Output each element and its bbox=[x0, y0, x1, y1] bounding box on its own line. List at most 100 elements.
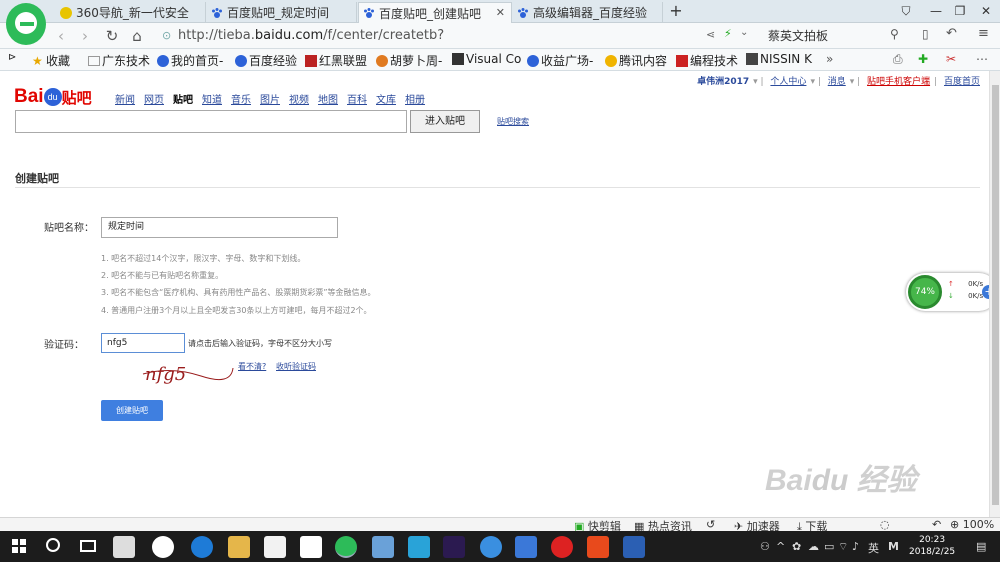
tieba-logo[interactable]: Bai du 贴吧 bbox=[14, 86, 92, 108]
nav-wenku[interactable]: 文库 bbox=[376, 91, 396, 106]
nav-zhidao[interactable]: 知道 bbox=[202, 91, 222, 106]
word-icon[interactable] bbox=[623, 536, 645, 558]
sidebar-toggle-icon[interactable]: ⊳ bbox=[8, 52, 16, 63]
nav-web[interactable]: 网页 bbox=[144, 91, 164, 106]
shirt-skin-icon[interactable]: ⛉ bbox=[898, 3, 914, 19]
nav-music[interactable]: 音乐 bbox=[231, 91, 251, 106]
chevron-down-icon[interactable]: ⌄ bbox=[740, 27, 748, 38]
bookmark-item[interactable]: 胡萝卜周- bbox=[376, 52, 442, 69]
bookmark-item[interactable]: 百度经验 bbox=[235, 52, 297, 69]
fan-app-icon[interactable] bbox=[113, 536, 135, 558]
mail-icon[interactable] bbox=[300, 536, 322, 558]
tab-tieba-time[interactable]: 百度贴吧_规定时间 bbox=[207, 2, 357, 23]
url-field[interactable]: ⊙ http://tieba.baidu.com/f/center/create… bbox=[158, 26, 758, 63]
laptop-app-icon[interactable] bbox=[372, 536, 394, 558]
bar-name-input[interactable]: 规定时间 bbox=[101, 217, 338, 238]
user-name-link[interactable]: 卓伟洲2017 bbox=[697, 77, 749, 87]
search-icon[interactable]: ⚲ bbox=[890, 27, 899, 41]
menu-icon[interactable]: ≡ bbox=[978, 26, 989, 41]
tray-app-icon[interactable]: ✿ bbox=[792, 540, 801, 553]
lightning-icon[interactable]: ⚡ bbox=[724, 27, 732, 40]
tieba-search-input[interactable] bbox=[15, 110, 407, 133]
close-window-icon[interactable]: ✕ bbox=[978, 3, 994, 19]
bookmark-item[interactable]: ★ 收藏 bbox=[32, 52, 70, 69]
back-icon[interactable]: ‹ bbox=[52, 27, 70, 45]
minimize-icon[interactable]: — bbox=[928, 3, 944, 19]
battery-icon[interactable]: ▭ bbox=[824, 540, 834, 553]
nav-video[interactable]: 视频 bbox=[289, 91, 309, 106]
status-item[interactable]: ↶ bbox=[932, 518, 941, 531]
ime-mode-icon[interactable]: M bbox=[888, 540, 899, 553]
tab-360-nav[interactable]: 360导航_新一代安全 bbox=[56, 2, 206, 23]
create-tieba-button[interactable]: 创建贴吧 bbox=[101, 400, 163, 421]
refresh-captcha-link[interactable]: 看不清? bbox=[238, 361, 266, 372]
share-icon[interactable]: ⋖ bbox=[706, 28, 715, 41]
bookmark-item[interactable]: 腾讯内容 bbox=[605, 52, 667, 69]
windows-start-icon[interactable] bbox=[12, 539, 26, 553]
printer-icon[interactable]: ⎙ bbox=[893, 52, 903, 67]
task-view-icon[interactable] bbox=[80, 540, 96, 552]
enter-tieba-button[interactable]: 进入贴吧 bbox=[410, 110, 480, 133]
nav-album[interactable]: 相册 bbox=[405, 91, 425, 106]
tray-app-icon[interactable]: ☁ bbox=[808, 540, 819, 553]
bookmark-item[interactable]: NISSIN K bbox=[746, 52, 812, 66]
search-input[interactable]: 蔡英文拍板 bbox=[762, 26, 906, 46]
360-browser-logo[interactable] bbox=[6, 3, 46, 45]
scrollbar-thumb[interactable] bbox=[992, 85, 999, 505]
bookmark-item[interactable]: 红黑联盟 bbox=[305, 52, 367, 69]
network-icon[interactable]: ⌔ bbox=[838, 540, 848, 554]
browser-app-icon[interactable] bbox=[480, 536, 502, 558]
more-icon[interactable]: ⋯ bbox=[976, 52, 988, 66]
after-effects-icon[interactable] bbox=[443, 536, 465, 558]
nav-news[interactable]: 新闻 bbox=[115, 91, 135, 106]
scissors-icon[interactable]: ✂ bbox=[946, 52, 956, 66]
bookmark-item[interactable]: 我的首页- bbox=[157, 52, 223, 69]
status-item[interactable]: ↺ bbox=[706, 518, 715, 531]
nav-images[interactable]: 图片 bbox=[260, 91, 280, 106]
baidu-home-link[interactable]: 百度首页 bbox=[944, 77, 980, 87]
more-bookmarks-icon[interactable]: » bbox=[826, 52, 833, 66]
bookmark-item[interactable]: Visual Co bbox=[452, 52, 521, 66]
store-icon[interactable] bbox=[264, 536, 286, 558]
tab-baidu-jingyan[interactable]: 高级编辑器_百度经验 bbox=[513, 2, 663, 23]
user-tray-icon[interactable]: ⚇ bbox=[760, 540, 770, 553]
extension-icon[interactable]: ✚ bbox=[918, 52, 928, 66]
notification-icon[interactable]: ▤ bbox=[976, 540, 986, 553]
new-tab-button[interactable]: + bbox=[668, 3, 684, 19]
messages-link[interactable]: 消息 bbox=[828, 77, 846, 87]
tieba-search-link[interactable]: 贴吧搜索 bbox=[497, 116, 529, 127]
tab-tieba-create[interactable]: 百度贴吧_创建贴吧 ✕ bbox=[358, 2, 512, 23]
360-browser-taskbar-icon[interactable] bbox=[335, 536, 357, 558]
undo-icon[interactable]: ↶ bbox=[946, 26, 957, 41]
nav-map[interactable]: 地图 bbox=[318, 91, 338, 106]
kingsoft-app-icon[interactable] bbox=[587, 536, 609, 558]
refresh-icon[interactable]: ↻ bbox=[103, 27, 121, 45]
ie-icon[interactable] bbox=[152, 536, 174, 558]
bird-app-icon[interactable] bbox=[515, 536, 537, 558]
vertical-scrollbar[interactable] bbox=[989, 71, 1000, 517]
phone-icon[interactable]: ▯ bbox=[922, 27, 929, 41]
ime-indicator[interactable]: 英 bbox=[868, 540, 879, 556]
listen-captcha-link[interactable]: 收听验证码 bbox=[276, 361, 316, 372]
netease-music-icon[interactable] bbox=[551, 536, 573, 558]
mobile-client-link[interactable]: 贴吧手机客户端 bbox=[867, 77, 930, 87]
bookmark-item[interactable]: 收益广场- bbox=[527, 52, 593, 69]
status-item[interactable]: ◌ bbox=[880, 518, 890, 531]
nav-tieba[interactable]: 贴吧 bbox=[173, 91, 193, 106]
system-clock[interactable]: 20:23 2018/2/25 bbox=[909, 534, 955, 558]
status-item[interactable]: ⊕ 100% bbox=[950, 518, 994, 531]
home-icon[interactable]: ⌂ bbox=[128, 27, 146, 45]
speed-widget[interactable]: 74% ↑ 0K/s ↓ 0K/s + bbox=[906, 273, 998, 311]
nav-baike[interactable]: 百科 bbox=[347, 91, 367, 106]
monitor-app-icon[interactable] bbox=[408, 536, 430, 558]
volume-icon[interactable]: ♪ bbox=[852, 540, 859, 553]
forward-icon[interactable]: › bbox=[76, 27, 94, 45]
bookmark-item[interactable]: 编程技术 bbox=[676, 52, 738, 69]
edge-icon[interactable] bbox=[191, 536, 213, 558]
file-explorer-icon[interactable] bbox=[228, 536, 250, 558]
captcha-input[interactable]: nfg5 bbox=[101, 333, 185, 353]
bookmark-item[interactable]: 广东技术 bbox=[88, 52, 150, 69]
captcha-image[interactable]: nfg5 bbox=[141, 360, 236, 386]
close-tab-icon[interactable]: ✕ bbox=[496, 6, 505, 19]
tray-chevron-icon[interactable]: ^ bbox=[776, 540, 785, 553]
